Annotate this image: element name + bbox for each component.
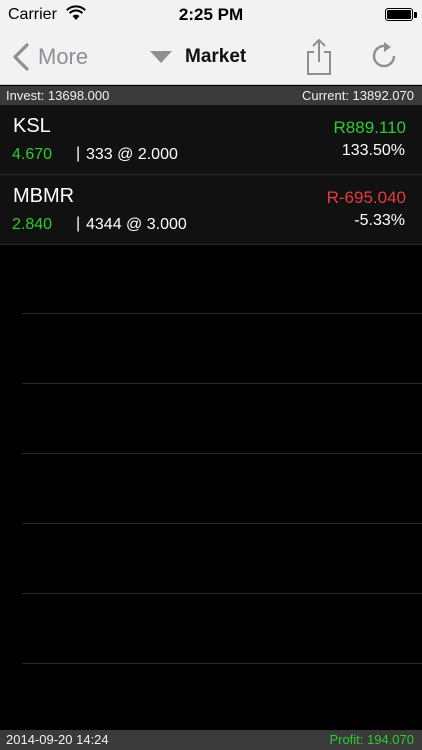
battery-icon: [385, 8, 413, 21]
chevron-left-icon: [13, 43, 29, 71]
holding-percent: -5.33%: [354, 212, 405, 229]
app-screen: Carrier 2:25 PM More Market Invest: 1369…: [0, 0, 422, 750]
holding-price: 4.670: [12, 146, 53, 163]
row-divider: [22, 593, 422, 594]
profit-total: Profit: 194.070: [329, 732, 414, 747]
holding-quantity: 333 @ 2.000: [86, 146, 178, 163]
holding-price: 2.840: [12, 216, 53, 233]
triangle-down-icon: [150, 51, 172, 63]
status-bar: Carrier 2:25 PM: [0, 0, 422, 30]
portfolio-summary: Invest: 13698.000 Current: 13892.070: [0, 86, 422, 105]
navigation-bar: More Market: [0, 30, 422, 85]
row-divider: [22, 453, 422, 454]
holding-percent: 133.50%: [341, 142, 405, 159]
holding-row[interactable]: MBMR 2.840 | 4344 @ 3.000 R-695.040 -5.3…: [0, 175, 422, 245]
battery-fill: [387, 10, 411, 19]
empty-list-area: [0, 245, 422, 730]
market-dropdown[interactable]: Market: [150, 44, 246, 70]
row-divider: [22, 383, 422, 384]
battery-tip: [414, 12, 417, 18]
holdings-list: KSL 4.670 | 333 @ 2.000 R889.110 133.50%…: [0, 105, 422, 245]
row-divider: [22, 523, 422, 524]
holding-symbol: MBMR: [13, 185, 75, 207]
holding-symbol: KSL: [13, 115, 51, 137]
row-divider: [22, 313, 422, 314]
holding-quantity: 4344 @ 3.000: [86, 216, 187, 233]
holding-profit-loss: R889.110: [333, 118, 406, 137]
refresh-icon[interactable]: [369, 41, 399, 71]
holding-separator: |: [76, 145, 81, 162]
footer-bar: 2014-09-20 14:24 Profit: 194.070: [0, 730, 422, 750]
holding-separator: |: [76, 215, 81, 232]
holding-profit-loss: R-695.040: [326, 188, 406, 207]
current-total: Current: 13892.070: [301, 88, 414, 103]
row-divider: [22, 663, 422, 664]
share-icon[interactable]: [304, 38, 334, 76]
market-label: Market: [185, 46, 247, 67]
back-button[interactable]: More: [12, 42, 88, 72]
invest-total: Invest: 13698.000: [6, 88, 110, 103]
holding-row[interactable]: KSL 4.670 | 333 @ 2.000 R889.110 133.50%: [0, 105, 422, 175]
back-label: More: [38, 44, 89, 69]
last-updated: 2014-09-20 14:24: [6, 732, 109, 747]
clock: 2:25 PM: [178, 5, 244, 24]
